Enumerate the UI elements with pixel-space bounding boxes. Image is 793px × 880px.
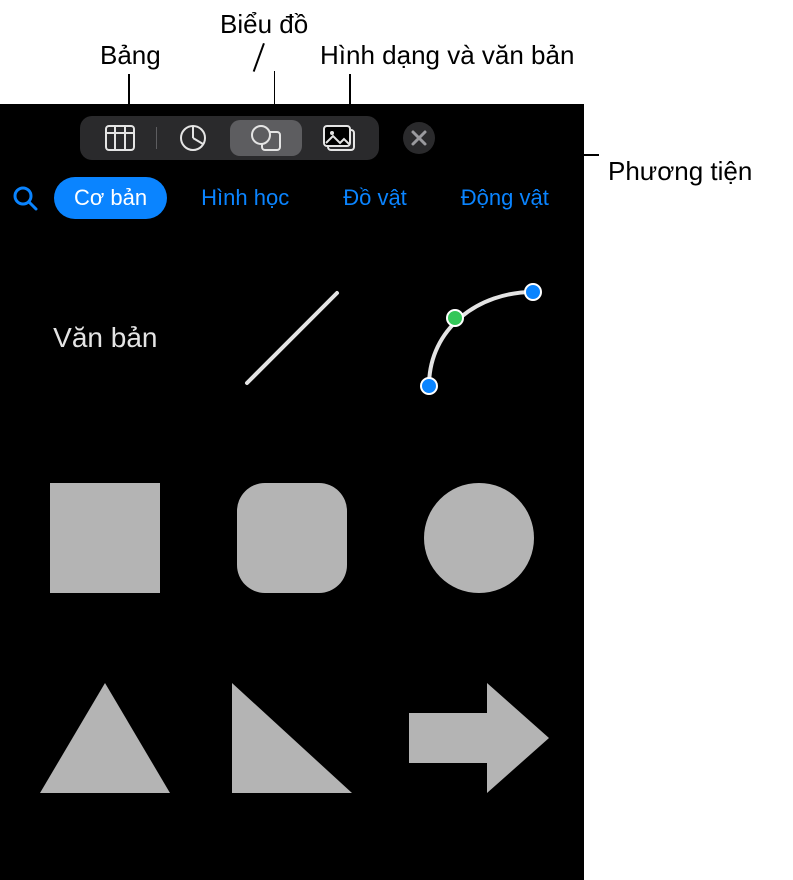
shape-triangle[interactable] xyxy=(12,638,199,838)
search-button[interactable] xyxy=(10,183,40,213)
callout-shapes: Hình dạng và văn bản xyxy=(320,40,574,71)
callout-media: Phương tiện xyxy=(608,156,752,187)
shape-line[interactable] xyxy=(199,238,386,438)
shape-right-triangle[interactable] xyxy=(199,638,386,838)
square-icon xyxy=(50,483,160,593)
shape-rounded-square[interactable] xyxy=(199,438,386,638)
pie-chart-icon xyxy=(179,124,207,152)
right-triangle-icon xyxy=(232,683,352,793)
category-bar: Cơ bản Hình học Đồ vật Động vật xyxy=(0,168,584,228)
close-icon xyxy=(402,121,436,155)
category-animals[interactable]: Động vật xyxy=(441,177,569,219)
triangle-icon xyxy=(40,683,170,793)
text-shape-label: Văn bản xyxy=(53,322,157,354)
shape-arrow-right[interactable] xyxy=(385,638,572,838)
shapes-icon xyxy=(250,124,282,152)
search-icon xyxy=(12,185,38,211)
chart-tab[interactable] xyxy=(157,120,229,156)
media-icon xyxy=(322,124,356,152)
pen-curve-icon xyxy=(409,268,549,408)
callout-chart: Biểu đồ xyxy=(220,9,308,40)
table-icon xyxy=(105,125,135,151)
circle-icon xyxy=(424,483,534,593)
category-objects[interactable]: Đồ vật xyxy=(323,177,427,219)
shape-circle[interactable] xyxy=(385,438,572,638)
shapes-tab[interactable] xyxy=(230,120,302,156)
top-toolbar xyxy=(0,108,584,168)
callout-table: Bảng xyxy=(100,40,161,71)
insert-type-segment xyxy=(80,116,379,160)
arrow-right-icon xyxy=(409,683,549,793)
insert-panel: Cơ bản Hình học Đồ vật Động vật Văn bản xyxy=(0,104,584,880)
shape-pen-curve[interactable] xyxy=(385,238,572,438)
table-tab[interactable] xyxy=(84,120,156,156)
close-button[interactable] xyxy=(397,116,441,160)
category-geometry[interactable]: Hình học xyxy=(181,177,309,219)
category-basic[interactable]: Cơ bản xyxy=(54,177,167,219)
shape-square[interactable] xyxy=(12,438,199,638)
rounded-square-icon xyxy=(237,483,347,593)
media-tab[interactable] xyxy=(303,120,375,156)
shapes-grid: Văn bản xyxy=(0,228,584,838)
line-icon xyxy=(232,278,352,398)
shape-text[interactable]: Văn bản xyxy=(12,238,199,438)
